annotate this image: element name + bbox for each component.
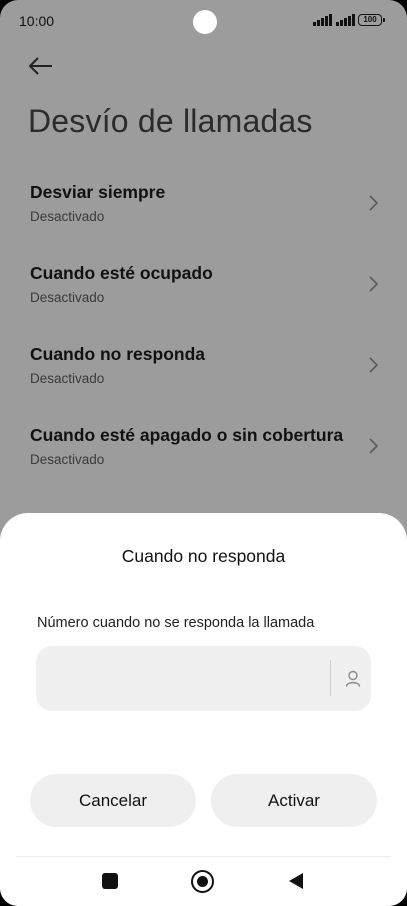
settings-item-title: Desviar siempre bbox=[30, 182, 166, 202]
contact-picker-button[interactable] bbox=[340, 666, 366, 692]
settings-item-title: Cuando esté apagado o sin cobertura bbox=[30, 425, 344, 445]
chevron-right-icon bbox=[369, 276, 379, 292]
back-triangle-icon[interactable] bbox=[288, 872, 304, 890]
front-camera bbox=[193, 10, 217, 34]
signal-icon bbox=[336, 14, 355, 26]
cancel-button[interactable]: Cancelar bbox=[30, 774, 196, 827]
dialog-title: Cuando no responda bbox=[121, 546, 286, 566]
input-divider bbox=[330, 660, 331, 696]
status-time: 10:00 bbox=[19, 13, 55, 29]
navigation-bar bbox=[0, 863, 407, 906]
chevron-right-icon bbox=[369, 438, 379, 454]
settings-item-title: Cuando esté ocupado bbox=[30, 263, 213, 283]
settings-item-title: Cuando no responda bbox=[30, 344, 205, 364]
phone-screen: 10:00 100 Desvío de llamadas Desviar sie… bbox=[0, 0, 407, 906]
contact-person-icon bbox=[345, 670, 361, 687]
battery-icon: 100 bbox=[358, 14, 385, 26]
back-button[interactable] bbox=[26, 52, 56, 80]
settings-item-when-busy[interactable]: Cuando esté ocupado Desactivado bbox=[0, 251, 407, 332]
activate-button[interactable]: Activar bbox=[211, 774, 377, 827]
status-bar: 10:00 100 bbox=[0, 0, 407, 42]
settings-item-no-answer[interactable]: Cuando no responda Desactivado bbox=[0, 332, 407, 413]
forward-number-field bbox=[36, 646, 371, 711]
field-label: Número cuando no se responda la llamada bbox=[37, 615, 315, 631]
settings-item-status: Desactivado bbox=[30, 290, 105, 305]
forward-number-input[interactable] bbox=[36, 646, 326, 711]
page-title: Desvío de llamadas bbox=[28, 103, 313, 139]
settings-item-status: Desactivado bbox=[30, 209, 105, 224]
arrow-left-icon bbox=[28, 57, 52, 75]
forwarding-dialog: Cuando no responda Número cuando no se r… bbox=[0, 513, 407, 906]
settings-item-always-forward[interactable]: Desviar siempre Desactivado bbox=[0, 170, 407, 251]
settings-item-unreachable[interactable]: Cuando esté apagado o sin cobertura Desa… bbox=[0, 413, 407, 494]
settings-list: Desviar siempre Desactivado Cuando esté … bbox=[0, 170, 407, 494]
settings-item-status: Desactivado bbox=[30, 452, 105, 467]
nav-divider bbox=[16, 856, 391, 857]
signal-icon bbox=[313, 14, 332, 26]
settings-item-status: Desactivado bbox=[30, 371, 105, 386]
home-circle-icon[interactable] bbox=[191, 870, 214, 893]
recents-square-icon[interactable] bbox=[102, 873, 118, 889]
chevron-right-icon bbox=[369, 195, 379, 211]
chevron-right-icon bbox=[369, 357, 379, 373]
